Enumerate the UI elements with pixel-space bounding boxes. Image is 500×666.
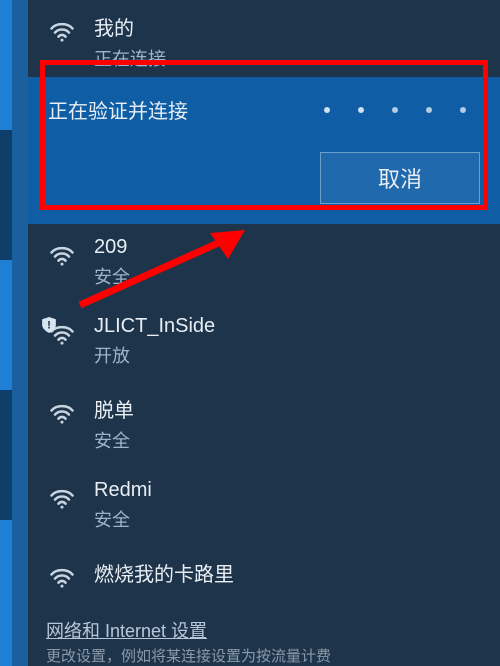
wifi-network-active[interactable]: 我的 正在连接 [28, 0, 500, 77]
wifi-icon [46, 398, 78, 430]
network-name: 燃烧我的卡路里 [94, 558, 234, 587]
wifi-icon [46, 562, 78, 594]
network-name: JLICT_InSide [94, 315, 215, 338]
network-name: 脱单 [94, 394, 134, 423]
progress-dots [324, 107, 480, 113]
connection-status-text: 正在验证并连接 [48, 95, 188, 124]
network-security: 开放 [94, 342, 215, 368]
wifi-network-item[interactable]: 209 安全 [28, 224, 500, 303]
wifi-icon [46, 240, 78, 272]
network-connecting-label: 正在连接 [94, 45, 166, 71]
wifi-icon [46, 483, 78, 515]
wifi-open-shield-icon: ! [46, 319, 78, 351]
wifi-network-item[interactable]: ! JLICT_InSide 开放 [28, 303, 500, 382]
network-name: 209 [94, 236, 130, 259]
network-security: 安全 [94, 427, 134, 453]
network-security: 安全 [94, 506, 152, 532]
wifi-network-item[interactable]: Redmi 安全 [28, 467, 500, 546]
network-name: 我的 [94, 12, 166, 41]
network-name: Redmi [94, 479, 152, 502]
active-network-block: 正在验证并连接 取消 [28, 77, 500, 224]
svg-text:!: ! [47, 319, 51, 331]
cancel-button[interactable]: 取消 [320, 152, 480, 204]
wifi-flyout-panel: 我的 正在连接 正在验证并连接 取消 209 安全 ! JLICT_InSide… [28, 0, 500, 666]
wifi-network-item[interactable]: 脱单 安全 [28, 382, 500, 467]
network-settings-description: 更改设置，例如将某连接设置为按流量计费 [28, 645, 500, 666]
network-settings-link[interactable]: 网络和 Internet 设置 [28, 609, 500, 645]
wifi-icon [46, 16, 78, 48]
wifi-network-item[interactable]: 燃烧我的卡路里 [28, 546, 500, 608]
network-security: 安全 [94, 263, 130, 289]
